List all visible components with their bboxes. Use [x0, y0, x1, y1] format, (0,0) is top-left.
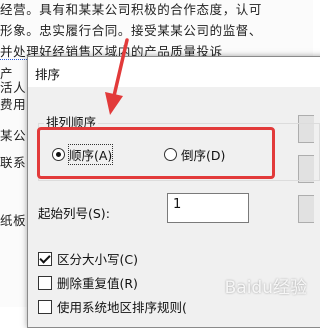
- radio-selected-icon: [52, 148, 65, 161]
- radio-unselected-icon: [164, 148, 177, 161]
- radio-ascending-label: 顺序(A): [67, 144, 114, 165]
- doc-line: 产: [0, 66, 14, 81]
- doc-line: 纸板: [0, 213, 27, 228]
- radio-ascending[interactable]: 顺序(A): [52, 144, 114, 165]
- radio-descending-label: 倒序(D): [181, 148, 226, 163]
- doc-line: 经营。具有和某某公司积极的合作态度，认可: [0, 2, 263, 17]
- checkbox-case-sensitive[interactable]: 区分大小写(C): [38, 249, 138, 268]
- doc-line: 费用: [0, 97, 27, 112]
- start-column-input[interactable]: 1: [167, 193, 249, 223]
- doc-line: 活人: [0, 80, 27, 95]
- checkbox-dup-label: 删除重复值(R): [57, 276, 138, 291]
- doc-line: 联系: [0, 155, 27, 170]
- checkbox-case-label: 区分大小写(C): [57, 252, 138, 267]
- sort-order-group-label: 排列顺序: [44, 112, 99, 131]
- baidu-watermark: Baidu经验: [224, 278, 307, 298]
- checkbox-unchecked-icon: [38, 275, 52, 290]
- radio-descending[interactable]: 倒序(D): [164, 145, 225, 164]
- options-button[interactable]: [298, 195, 314, 223]
- checkbox-checked-icon: [38, 251, 52, 266]
- start-column-label: 起始列号(S):: [38, 206, 110, 221]
- checkbox-remove-duplicates[interactable]: 删除重复值(R): [38, 273, 138, 292]
- dialog-titlebar[interactable]: 排序: [28, 57, 320, 87]
- doc-line: 某公: [0, 128, 27, 143]
- doc-line: 形象。忠实履行合同。接受某某公司的监督、: [0, 23, 263, 38]
- dialog-title: 排序: [35, 67, 61, 82]
